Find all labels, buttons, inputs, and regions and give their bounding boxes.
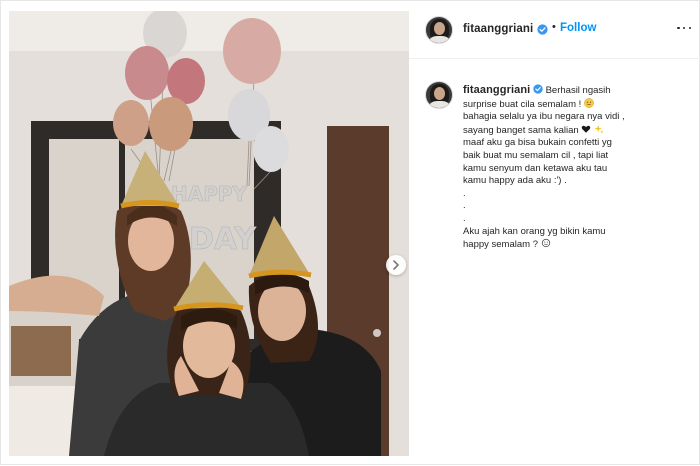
caption-line: bahagia selalu ya ibu negara nya vidi , [463,111,625,123]
balloon-letters-top: HAPPY [171,182,248,206]
post-sidebar: fitaanggriani • Follow fitaanggriani Ber… [409,1,700,466]
black-heart-icon [582,125,591,133]
more-options-icon[interactable] [677,23,691,33]
hugging-face-emoji-icon [584,97,594,108]
next-photo-button[interactable] [386,255,406,275]
caption-line: kamu senyum dan ketawa aku tau [463,162,608,174]
svg-text:DAY: DAY [189,222,257,257]
verified-badge-icon [533,84,543,94]
caption-username-link[interactable]: fitaanggriani [463,84,530,96]
caption-line: sayang banget sama kalian [463,124,579,136]
follow-button[interactable]: Follow [560,22,596,34]
caption-avatar[interactable] [425,81,453,109]
chevron-right-icon [393,260,399,270]
sparkles-emoji-icon [594,124,604,134]
caption-line: kamu happy ada aku :') . [463,175,567,187]
separator-dot: • [552,21,556,33]
caption-text: fitaanggriani Berhasil ngasih surprise b… [463,84,695,252]
caption-line: . [463,200,466,212]
caption-line: happy semalam ? [463,239,538,251]
post-photo[interactable]: HAPPY DAY [9,11,409,456]
photo-illustration: HAPPY DAY [9,11,409,456]
caption-line: . [463,212,466,224]
instagram-post: HAPPY DAY fitaanggriani • Follow fitaang… [0,0,700,465]
caption-line: maaf aku ga bisa bukain confetti yg [463,137,612,149]
caption-line: surprise buat cila semalam ! [463,98,582,110]
post-header: fitaanggriani • Follow [409,1,700,59]
smile-emoji-icon [541,239,550,248]
caption-line: baik buat mu semalam cil , tapi liat [463,149,609,161]
avatar[interactable] [425,16,453,44]
caption-line: Aku ajah kan orang yg bikin kamu [463,225,606,237]
caption-line: . [463,187,466,199]
verified-badge-icon [537,24,548,35]
caption-line: Berhasil ngasih [545,85,611,96]
username-link[interactable]: fitaanggriani [463,23,533,35]
